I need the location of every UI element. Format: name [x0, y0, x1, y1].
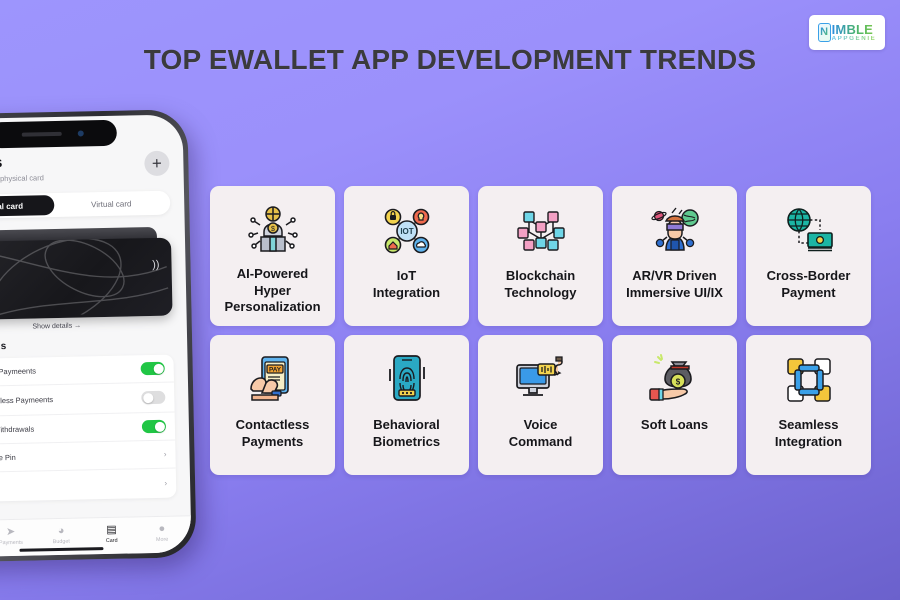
- setting-label: ATM Withdrawals: [0, 424, 35, 435]
- logo-tagline: APPGENIE: [831, 34, 877, 42]
- trend-label: AR/VR Driven Immersive UI/IX: [626, 268, 723, 300]
- trend-label: Seamless Integration: [774, 417, 843, 449]
- toggle-contactless-payments[interactable]: [141, 390, 166, 405]
- nav-label: Payments: [0, 539, 23, 547]
- cards-subtitle: 1 Virtual cards, no physical card: [0, 173, 44, 184]
- card-pattern: [0, 237, 169, 318]
- svg-text:IOT: IOT: [400, 227, 413, 236]
- trend-card-behavioral-biometrics[interactable]: Behavioral Biometrics: [344, 335, 469, 475]
- nav-item-card[interactable]: ▤ Card: [86, 523, 137, 544]
- speaker-icon: [21, 131, 62, 137]
- logo-mark-letter: N: [820, 25, 829, 38]
- contactless-icon: )): [152, 258, 160, 271]
- page-title: TOP EWALLET APP DEVELOPMENT TRENDS: [143, 44, 757, 75]
- nav-label: More: [155, 536, 169, 543]
- setting-row-partial[interactable]: ⊘ ›: [0, 469, 176, 503]
- svg-text:PAY: PAY: [268, 367, 281, 374]
- trend-card-ai-powered-hyper-personalization[interactable]: $ AI-Powered Hyper Personalization: [210, 186, 335, 326]
- chevron-right-icon: ›: [164, 478, 168, 488]
- card-settings-title: Card Settings: [0, 341, 7, 353]
- nav-label: Budget: [52, 538, 70, 546]
- trend-label: Cross-Border Payment: [766, 268, 851, 300]
- trend-label: IoT Integration: [372, 268, 441, 300]
- trend-label: Behavioral Biometrics: [372, 417, 441, 449]
- trend-card-blockchain-technology[interactable]: Blockchain Technology: [478, 186, 603, 326]
- svg-text:$: $: [675, 378, 680, 387]
- trend-label: Blockchain Technology: [504, 268, 577, 300]
- svg-text:$: $: [271, 226, 275, 233]
- iot-network-icon: IOT: [378, 200, 436, 262]
- visa-card[interactable]: VISA )): [0, 237, 173, 321]
- card-type-tabs: Physical card Virtual card: [0, 190, 171, 220]
- toggle-online-payments[interactable]: [140, 361, 165, 376]
- trend-label: Soft Loans: [640, 417, 709, 432]
- cards-header: My cards 1 Virtual cards, no physical ca…: [0, 150, 170, 184]
- nav-item-budget[interactable]: ◕ Budget: [36, 524, 87, 545]
- show-details-link[interactable]: Show details →: [0, 321, 173, 333]
- trend-card-contactless-payments[interactable]: PAY Contactless Payments: [210, 335, 335, 475]
- monitor-voice-icon: [512, 349, 570, 411]
- camera-icon: [77, 130, 84, 137]
- nav-item-more[interactable]: ● More: [137, 522, 188, 543]
- hand-money-bag-icon: $: [646, 349, 704, 411]
- fingerprint-phone-icon: [378, 349, 436, 411]
- phone-mockup: My cards 1 Virtual cards, no physical ca…: [0, 109, 197, 563]
- trend-label: AI-Powered Hyper Personalization: [224, 266, 321, 315]
- globe-banknote-icon: [780, 200, 838, 262]
- trend-label: Contactless Payments: [235, 417, 310, 449]
- hand-phone-pay-icon: PAY: [244, 349, 302, 411]
- trend-card-seamless-integration[interactable]: Seamless Integration: [746, 335, 871, 475]
- ai-robot-coin-icon: $: [244, 200, 302, 260]
- nav-item-payments[interactable]: ➤ Payments: [0, 525, 36, 546]
- trend-card-soft-loans[interactable]: $ Soft Loans: [612, 335, 737, 475]
- trend-card-iot-integration[interactable]: IOT IoT Integration: [344, 186, 469, 326]
- more-icon: ●: [158, 522, 166, 535]
- tab-virtual-card[interactable]: Virtual card: [54, 193, 168, 215]
- toggle-atm-withdrawals[interactable]: [141, 419, 167, 434]
- trend-card-ar-vr-driven-immersive-ui-ix[interactable]: AR/VR Driven Immersive UI/IX: [612, 186, 737, 326]
- logo-name: IMBLE: [832, 23, 877, 36]
- nav-label: Card: [105, 537, 118, 545]
- add-card-button[interactable]: +: [144, 150, 170, 177]
- setting-label: Contactless Paymeents: [0, 395, 54, 406]
- bottom-navigation: ⌂ Home ➤ Payments ◕ Budget ▤ Card ● Mo: [0, 515, 192, 558]
- card-settings-list: ▭ Online Paymeents ◎ Contactless Paymeen…: [0, 354, 177, 503]
- chevron-right-icon: ›: [163, 449, 167, 459]
- tab-physical-card[interactable]: Physical card: [0, 195, 55, 218]
- trend-label: Voice Command: [508, 417, 573, 449]
- phone-notch: [0, 119, 118, 149]
- trend-card-cross-border-payment[interactable]: Cross-Border Payment: [746, 186, 871, 326]
- infographic-canvas: N IMBLE APPGENIE TOP EWALLET APP DEVELOP…: [0, 0, 900, 600]
- cards-title: My cards: [0, 154, 3, 172]
- vr-headset-person-icon: [646, 200, 704, 262]
- card-icon: ▤: [106, 523, 117, 537]
- blockchain-cubes-icon: [512, 200, 570, 262]
- phone-screen: My cards 1 Virtual cards, no physical ca…: [0, 114, 192, 558]
- setting-label: Change Pin: [0, 452, 16, 463]
- trends-grid: $ AI-Powered Hyper Personalization IOT I…: [210, 186, 875, 475]
- logo-phone-icon: N: [817, 22, 831, 42]
- send-icon: ➤: [5, 525, 16, 539]
- setting-label: [0, 483, 156, 487]
- setting-label: Online Paymeents: [0, 366, 37, 377]
- pie-chart-icon: ◕: [57, 524, 65, 538]
- puzzle-integration-icon: [780, 349, 838, 411]
- trend-card-voice-command[interactable]: Voice Command: [478, 335, 603, 475]
- home-indicator: [19, 547, 104, 552]
